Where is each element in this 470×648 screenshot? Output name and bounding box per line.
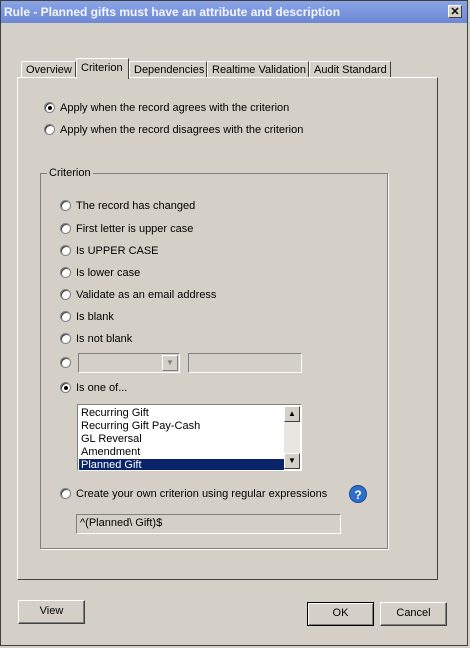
ok-button[interactable]: OK: [307, 602, 374, 626]
values-listbox[interactable]: Recurring Gift Recurring Gift Pay-Cash G…: [77, 404, 302, 471]
scroll-up-icon[interactable]: ▲: [284, 406, 300, 422]
help-icon[interactable]: ?: [349, 485, 367, 503]
radio-checked-icon[interactable]: [60, 382, 71, 393]
tab-criterion[interactable]: Criterion: [76, 58, 129, 79]
criterion-legend: Criterion: [47, 167, 93, 179]
radio-icon[interactable]: [60, 245, 71, 256]
option-label: Is UPPER CASE: [76, 245, 159, 257]
option-blank[interactable]: Is blank: [60, 311, 114, 323]
option-is-one-of[interactable]: Is one of...: [60, 382, 127, 394]
radio-icon[interactable]: [60, 289, 71, 300]
list-item[interactable]: GL Reversal: [79, 433, 284, 446]
is-one-of-label: Is one of...: [76, 382, 128, 394]
radio-icon[interactable]: [60, 223, 71, 234]
radio-icon[interactable]: [60, 200, 71, 211]
apply-disagrees-label: Apply when the record disagrees with the…: [60, 124, 304, 136]
list-item[interactable]: Recurring Gift Pay-Cash: [79, 420, 284, 433]
window-title: Rule - Planned gifts must have an attrib…: [4, 5, 341, 19]
radio-icon[interactable]: [60, 357, 71, 368]
apply-agrees-label: Apply when the record agrees with the cr…: [60, 102, 290, 114]
cancel-button[interactable]: Cancel: [380, 602, 447, 626]
apply-disagrees-option[interactable]: Apply when the record disagrees with the…: [44, 124, 303, 136]
radio-icon[interactable]: [60, 488, 71, 499]
option-lower-case[interactable]: Is lower case: [60, 267, 140, 279]
close-button[interactable]: ✕: [448, 5, 462, 18]
view-button[interactable]: View: [18, 600, 85, 624]
tab-audit-standard[interactable]: Audit Standard: [309, 61, 391, 78]
option-label: Is not blank: [76, 333, 133, 345]
comparison-value-input[interactable]: [188, 353, 302, 373]
option-label: Is blank: [76, 311, 114, 323]
close-icon: ✕: [450, 6, 460, 18]
chevron-down-icon[interactable]: ▼: [162, 355, 178, 371]
radio-icon[interactable]: [60, 311, 71, 322]
comparison-operator-select[interactable]: ▼: [78, 353, 180, 373]
option-upper-case[interactable]: Is UPPER CASE: [60, 245, 159, 257]
list-item[interactable]: Recurring Gift: [79, 407, 284, 420]
option-not-blank[interactable]: Is not blank: [60, 333, 132, 345]
regex-input[interactable]: ^(Planned\ Gift)$: [76, 514, 341, 534]
option-label: Is lower case: [76, 267, 141, 279]
title-bar: Rule - Planned gifts must have an attrib…: [1, 1, 467, 23]
option-email[interactable]: Validate as an email address: [60, 289, 216, 301]
option-record-changed[interactable]: The record has changed: [60, 200, 195, 212]
tab-realtime-validation[interactable]: Realtime Validation: [207, 61, 309, 78]
option-comparison[interactable]: [60, 357, 76, 369]
regex-label: Create your own criterion using regular …: [76, 488, 328, 500]
option-first-letter-upper[interactable]: First letter is upper case: [60, 223, 193, 235]
list-item-selected[interactable]: Planned Gift: [79, 459, 284, 470]
radio-icon[interactable]: [60, 267, 71, 278]
listbox-scrollbar[interactable]: ▲ ▼: [284, 406, 300, 469]
option-regex[interactable]: Create your own criterion using regular …: [60, 488, 327, 500]
option-label: The record has changed: [76, 200, 196, 212]
scroll-down-icon[interactable]: ▼: [284, 453, 300, 469]
radio-icon[interactable]: [44, 124, 55, 135]
tab-dependencies[interactable]: Dependencies: [129, 61, 207, 78]
option-label: First letter is upper case: [76, 223, 194, 235]
radio-checked-icon[interactable]: [44, 102, 55, 113]
radio-icon[interactable]: [60, 333, 71, 344]
option-label: Validate as an email address: [76, 289, 217, 301]
tab-overview[interactable]: Overview: [21, 61, 76, 78]
apply-agrees-option[interactable]: Apply when the record agrees with the cr…: [44, 102, 289, 114]
list-item[interactable]: Amendment: [79, 446, 284, 459]
